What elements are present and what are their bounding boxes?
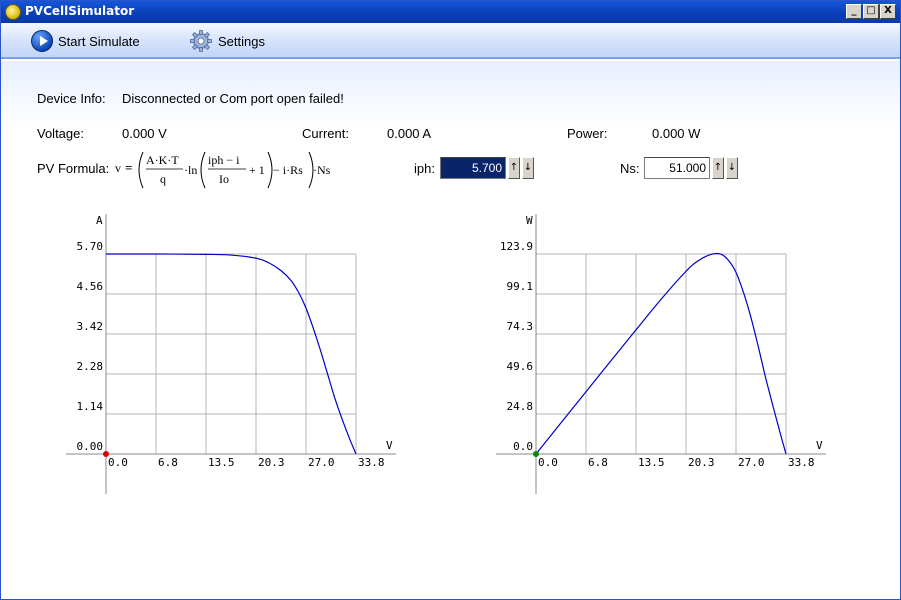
- minimize-button[interactable]: _: [846, 4, 862, 19]
- iv-curve-chart: 0.0 6.8 13.5 20.3 27.0 33.8 0.00 1.14 2.28 3.42 4.…: [66, 214, 396, 494]
- pv-x-tick-label: 6.8: [588, 456, 608, 469]
- pv-x-tick-label: 0.0: [538, 456, 558, 469]
- formula-num1: A·K·T: [146, 153, 179, 167]
- app-window: PVCellSimulator _ □ X Start Simulate Set…: [0, 0, 901, 600]
- iv-x-axis-label: V: [386, 439, 393, 452]
- pv-curve-line: [535, 252, 787, 455]
- pv-y-tick-label: 49.6: [507, 360, 534, 373]
- maximize-button[interactable]: □: [863, 4, 879, 19]
- formula-minus-rs: − i·Rs: [273, 163, 303, 177]
- iv-y-tick-label: 5.70: [77, 240, 104, 253]
- pv-y-tick-label: 74.3: [507, 320, 534, 333]
- app-icon: [5, 4, 21, 20]
- iv-x-tick-label: 27.0: [308, 456, 335, 469]
- window-title: PVCellSimulator: [25, 4, 135, 18]
- formula-v: v: [115, 161, 121, 175]
- pv-curve-chart: 0.0 6.8 13.5 20.3 27.0 33.8 0.0 24.8 49.6 74.3 99.…: [496, 214, 826, 494]
- iph-label: iph:: [414, 161, 435, 176]
- ns-label: Ns:: [620, 161, 640, 176]
- formula-den1: q: [160, 172, 166, 186]
- formula-ns: ·Ns: [313, 163, 331, 177]
- pv-y-axis-label: W: [526, 214, 533, 227]
- formula-num2: iph − i: [208, 153, 240, 167]
- voltage-value: 0.000 V: [122, 126, 167, 141]
- iv-y-tick-label: 0.00: [77, 440, 104, 453]
- pv-y-tick-label: 0.0: [513, 440, 533, 453]
- iv-x-tick-label: 0.0: [108, 456, 128, 469]
- ns-down-button[interactable]: ↓: [726, 157, 738, 179]
- gear-icon: [190, 30, 212, 52]
- power-value: 0.000 W: [652, 126, 701, 141]
- pv-y-tick-label: 24.8: [507, 400, 534, 413]
- formula-plus: + 1: [249, 163, 265, 177]
- ns-spinner: ↑ ↓: [644, 157, 738, 179]
- iv-y-tick-label: 2.28: [77, 360, 104, 373]
- iv-x-tick-label: 20.3: [258, 456, 285, 469]
- iv-x-tick-label: 6.8: [158, 456, 178, 469]
- formula-den2: Io: [219, 172, 229, 186]
- close-button[interactable]: X: [880, 4, 896, 19]
- iph-down-button[interactable]: ↓: [522, 157, 534, 179]
- device-info-label: Device Info:: [37, 91, 106, 106]
- start-simulate-button[interactable]: Start Simulate: [31, 29, 140, 53]
- pv-y-tick-label: 99.1: [507, 280, 534, 293]
- power-label: Power:: [567, 126, 608, 141]
- pv-operating-point-marker: [533, 451, 539, 457]
- start-simulate-label: Start Simulate: [58, 33, 140, 49]
- pv-x-tick-label: 27.0: [738, 456, 765, 469]
- pv-x-tick-label: 13.5: [638, 456, 665, 469]
- pv-formula-label: PV Formula:: [37, 161, 110, 176]
- play-icon: [31, 30, 53, 52]
- iv-x-tick-label: 13.5: [208, 456, 235, 469]
- iv-y-tick-label: 3.42: [77, 320, 104, 333]
- current-label: Current:: [302, 126, 349, 141]
- ns-up-button[interactable]: ↑: [712, 157, 724, 179]
- iv-y-tick-label: 4.56: [77, 280, 104, 293]
- iv-x-tick-label: 33.8: [358, 456, 385, 469]
- pv-x-axis-label: V: [816, 439, 823, 452]
- device-status: Disconnected or Com port open failed!: [122, 91, 344, 106]
- paren-left-outer: [138, 151, 144, 189]
- current-value: 0.000 A: [387, 126, 432, 141]
- ns-input[interactable]: [644, 157, 710, 179]
- formula-eq: =: [125, 160, 132, 175]
- title-bar[interactable]: PVCellSimulator _ □ X: [1, 1, 900, 23]
- iv-operating-point-marker: [103, 451, 109, 457]
- formula-ln: ·ln: [184, 163, 197, 177]
- settings-label: Settings: [218, 33, 265, 49]
- paren-right-inner: [267, 151, 273, 189]
- iph-spinner: ↑ ↓: [440, 157, 534, 179]
- toolbar: Start Simulate Settings: [1, 23, 900, 59]
- settings-button[interactable]: Settings: [189, 29, 265, 53]
- window-controls: _ □ X: [846, 4, 896, 19]
- iv-y-tick-label: 1.14: [77, 400, 104, 413]
- iph-input[interactable]: [440, 157, 506, 179]
- voltage-label: Voltage:: [37, 126, 84, 141]
- pv-y-tick-label: 123.9: [500, 240, 533, 253]
- pv-x-tick-label: 20.3: [688, 456, 715, 469]
- pv-x-tick-label: 33.8: [788, 456, 815, 469]
- paren-left-inner: [200, 151, 206, 189]
- iph-up-button[interactable]: ↑: [508, 157, 520, 179]
- iv-y-axis-label: A: [96, 214, 103, 227]
- pv-formula: v = A·K·T q ·ln iph − i Io + 1 − i·Rs ·N…: [115, 151, 331, 189]
- iv-curve-line: [105, 253, 357, 455]
